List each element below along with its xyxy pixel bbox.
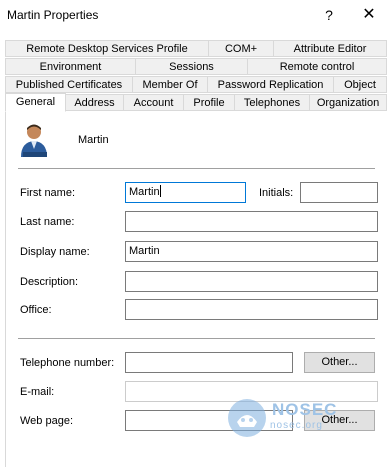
description-label: Description: bbox=[20, 276, 79, 288]
tab-account[interactable]: Account bbox=[123, 94, 184, 111]
tab-general[interactable]: General bbox=[5, 93, 66, 112]
nosec-logo-icon bbox=[228, 399, 266, 437]
tab-profile[interactable]: Profile bbox=[183, 94, 235, 111]
office-field[interactable] bbox=[125, 299, 378, 320]
tab-member-of[interactable]: Member Of bbox=[132, 76, 208, 93]
telephone-field[interactable] bbox=[125, 352, 293, 373]
close-button[interactable]: ✕ bbox=[357, 3, 381, 27]
tab-remote-control[interactable]: Remote control bbox=[247, 58, 387, 75]
webpage-field[interactable] bbox=[125, 410, 293, 431]
tab-organization[interactable]: Organization bbox=[309, 94, 387, 111]
description-field[interactable] bbox=[125, 271, 378, 292]
tab-object[interactable]: Object bbox=[333, 76, 387, 93]
first-name-value: Martin bbox=[129, 186, 160, 198]
user-icon bbox=[21, 124, 47, 157]
tab-published-certificates[interactable]: Published Certificates bbox=[5, 76, 133, 93]
telephone-label: Telephone number: bbox=[20, 357, 115, 369]
office-label: Office: bbox=[20, 304, 52, 316]
first-name-label: First name: bbox=[20, 187, 76, 199]
title-bar: Martin Properties ? ✕ bbox=[0, 0, 387, 32]
tab-com-plus[interactable]: COM+ bbox=[208, 40, 274, 57]
watermark-text: NOSEC bbox=[272, 400, 338, 419]
watermark-subtext: nosec.org bbox=[270, 420, 323, 431]
tab-remote-desktop-services-profile[interactable]: Remote Desktop Services Profile bbox=[5, 40, 209, 57]
user-display-name: Martin bbox=[78, 134, 109, 146]
tab-attribute-editor[interactable]: Attribute Editor bbox=[273, 40, 387, 57]
tab-address[interactable]: Address bbox=[65, 94, 124, 111]
email-label: E-mail: bbox=[20, 386, 55, 398]
separator-top bbox=[18, 168, 375, 169]
display-name-label: Display name: bbox=[20, 246, 90, 258]
last-name-field[interactable] bbox=[125, 211, 378, 232]
initials-label: Initials: bbox=[259, 187, 294, 199]
webpage-label: Web page: bbox=[20, 415, 74, 427]
text-caret bbox=[159, 185, 161, 197]
tab-sessions[interactable]: Sessions bbox=[135, 58, 248, 75]
help-button[interactable]: ? bbox=[317, 3, 341, 27]
display-name-field[interactable]: Martin bbox=[125, 241, 378, 262]
window-title: Martin Properties bbox=[7, 8, 99, 22]
last-name-label: Last name: bbox=[20, 216, 75, 228]
first-name-field[interactable]: Martin bbox=[125, 182, 246, 203]
initials-field[interactable] bbox=[300, 182, 378, 203]
tab-environment[interactable]: Environment bbox=[5, 58, 136, 75]
separator-bottom bbox=[18, 338, 375, 339]
telephone-other-button[interactable]: Other... bbox=[304, 352, 375, 373]
tab-telephones[interactable]: Telephones bbox=[234, 94, 310, 111]
tab-password-replication[interactable]: Password Replication bbox=[207, 76, 334, 93]
